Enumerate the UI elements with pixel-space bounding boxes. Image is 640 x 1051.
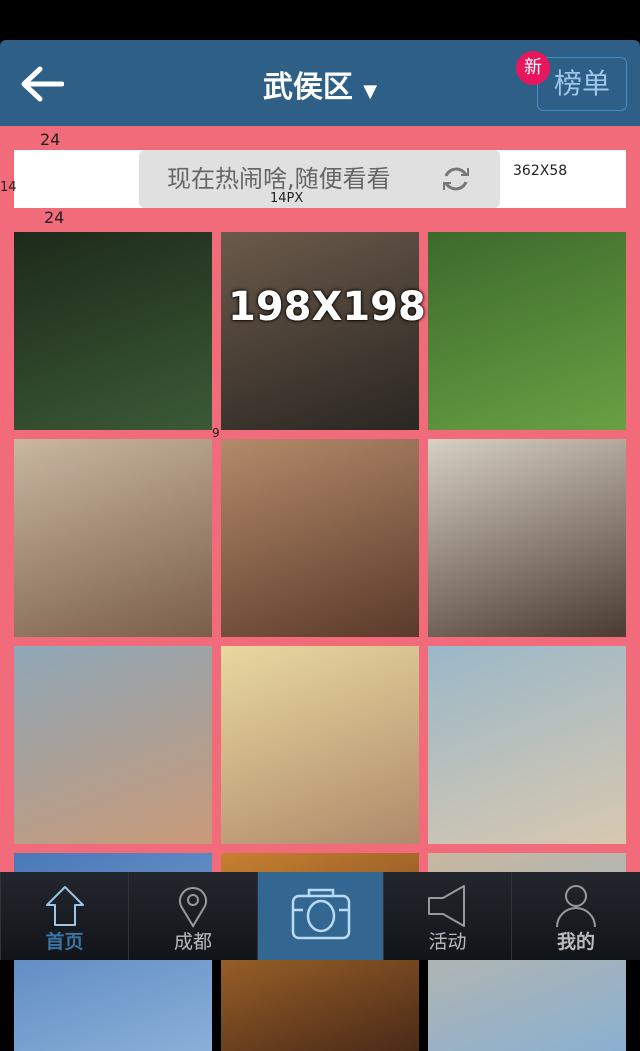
photo-waterfall[interactable] xyxy=(14,232,212,430)
ranking-button[interactable]: 榜单 xyxy=(537,57,627,111)
annotation-banner-size: 362X58 xyxy=(513,163,568,179)
tab-city[interactable]: 成都 xyxy=(128,872,257,960)
random-browse-button[interactable]: 现在热闹啥,随便看看 xyxy=(139,150,500,208)
annotation-font-size: 14PX xyxy=(270,191,304,206)
tab-label: 活动 xyxy=(428,931,467,953)
photo-man-cherries[interactable] xyxy=(221,439,419,637)
annotation-photo-size: 198X198 xyxy=(228,284,426,330)
location-pin-icon xyxy=(179,887,207,928)
refresh-icon xyxy=(443,167,469,191)
caret-down-icon: ▼ xyxy=(363,81,378,102)
page-title: 武侯区 xyxy=(262,70,353,105)
megaphone-icon xyxy=(427,885,465,927)
tab-events[interactable]: 活动 xyxy=(383,872,511,960)
tab-label: 首页 xyxy=(45,931,84,953)
photo-music-studio[interactable] xyxy=(221,232,419,430)
tab-bar: 首页 成都 活动 我的 xyxy=(0,872,640,960)
photo-girl-guitar[interactable] xyxy=(428,439,626,637)
photo-garden[interactable] xyxy=(428,232,626,430)
photo-family-selfie[interactable] xyxy=(14,646,212,844)
annotation-bottom-gap: 24 xyxy=(44,208,65,227)
tab-label: 成都 xyxy=(173,931,212,953)
tab-me[interactable]: 我的 xyxy=(511,872,640,960)
annotation-top-gap: 24 xyxy=(40,130,61,149)
tab-home[interactable]: 首页 xyxy=(0,872,128,960)
photo-family-dinner[interactable] xyxy=(14,439,212,637)
camera-icon xyxy=(291,888,350,940)
annotation-photo-gap: 9 xyxy=(212,426,220,440)
new-badge: 新 xyxy=(516,51,550,85)
user-icon xyxy=(556,885,596,928)
photo-woman-beach[interactable] xyxy=(428,646,626,844)
tab-label: 我的 xyxy=(556,931,595,953)
photo-smiling-man[interactable] xyxy=(221,646,419,844)
banner-text: 现在热闹啥,随便看看 xyxy=(167,165,391,193)
home-icon xyxy=(45,886,84,926)
annotation-left-margin: 14 xyxy=(0,180,17,195)
tab-camera[interactable] xyxy=(257,872,383,960)
